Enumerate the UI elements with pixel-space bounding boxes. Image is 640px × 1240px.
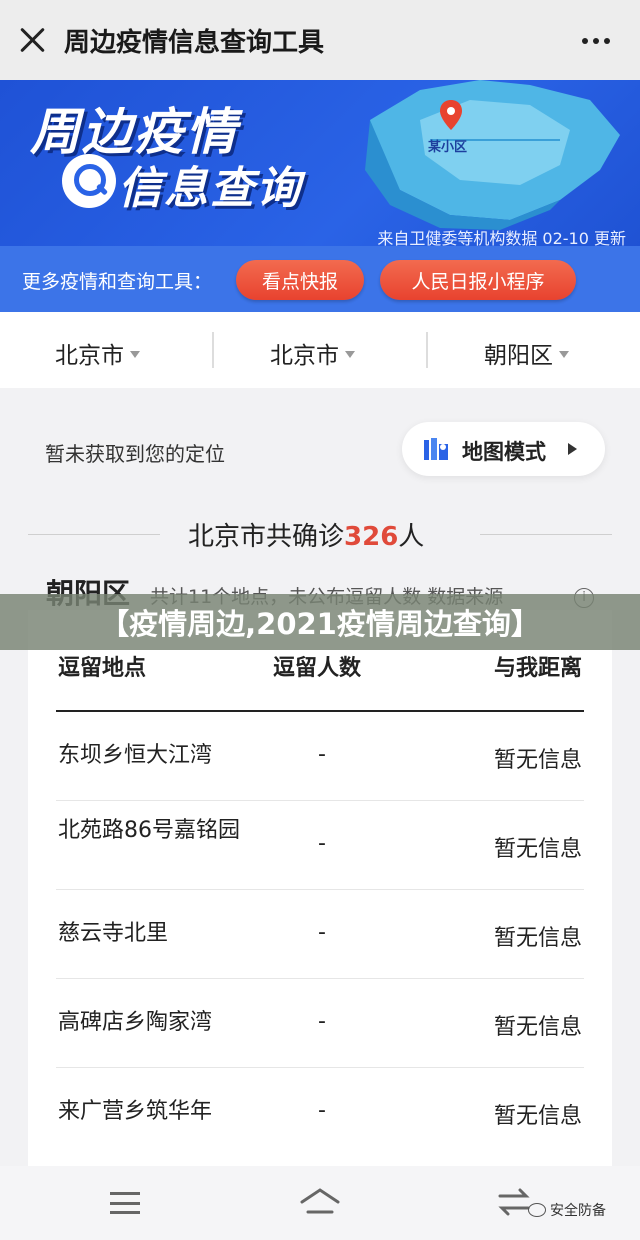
district-label: 朝阳区 [484, 343, 553, 369]
top-nav-bar: 周边疫情信息查询工具 [0, 0, 640, 80]
divider [426, 332, 428, 368]
city-label: 北京市 [270, 343, 339, 369]
caption-text: 【疫情周边,2021疫情周边查询】 [100, 607, 540, 641]
dropdown-arrow-icon [345, 351, 355, 358]
confirmed-count: 326 [344, 522, 399, 552]
more-dots-icon[interactable] [582, 38, 610, 44]
distance-cell: 暂无信息 [493, 748, 582, 773]
divider-line [28, 534, 160, 535]
column-header-count: 逗留人数 [273, 656, 362, 681]
distance-cell: 暂无信息 [493, 926, 582, 951]
arrow-right-icon [568, 443, 577, 455]
confirmed-prefix: 北京市共确诊 [188, 522, 345, 552]
menu-icon[interactable] [110, 1192, 140, 1214]
tools-label: 更多疫情和查询工具： [22, 271, 213, 293]
map-icon [424, 438, 448, 460]
count-cell: - [318, 1098, 326, 1123]
kandian-button[interactable]: 看点快报 [236, 260, 364, 300]
place-cell: 东坝乡恒大江湾 [58, 743, 213, 768]
place-cell: 来广营乡筑华年 [58, 1099, 213, 1124]
close-icon[interactable] [18, 26, 46, 54]
distance-cell: 暂无信息 [493, 1015, 582, 1040]
place-cell: 慈云寺北里 [58, 921, 169, 946]
locations-table: 逗留地点 逗留人数 与我距离 东坝乡恒大江湾 - 暂无信息 北苑路86号嘉铭园 … [28, 610, 612, 1166]
caption-overlay: 【疫情周边,2021疫情周边查询】 [0, 594, 640, 650]
district-select[interactable]: 朝阳区 [484, 336, 569, 370]
distance-cell: 暂无信息 [493, 1104, 582, 1129]
count-cell: - [318, 831, 326, 856]
map-mode-button[interactable]: 地图模式 [402, 422, 605, 476]
home-icon[interactable] [300, 1186, 340, 1216]
divider [212, 332, 214, 368]
place-cell: 高碑店乡陶家湾 [58, 1010, 213, 1035]
place-cell: 北苑路86号嘉铭园 [58, 818, 240, 843]
watermark-text: 安全防备 [550, 1203, 606, 1219]
page-title: 周边疫情信息查询工具 [64, 28, 325, 58]
peoples-daily-button[interactable]: 人民日报小程序 [380, 260, 576, 300]
table-row: 北苑路86号嘉铭园 - 暂无信息 [56, 801, 584, 890]
banner-title-line2: 信息查询 [118, 163, 302, 214]
region-selectors: 北京市 北京市 朝阳区 [0, 312, 640, 388]
count-cell: - [318, 920, 326, 945]
column-header-place: 逗留地点 [58, 656, 147, 681]
search-icon [62, 154, 116, 208]
location-pin-icon [440, 100, 462, 130]
watermark: 安全防备 [528, 1200, 606, 1220]
tools-bar: 更多疫情和查询工具： 看点快报 人民日报小程序 [0, 246, 640, 312]
district-map-graphic [365, 80, 620, 230]
confirmed-suffix: 人 [398, 522, 425, 552]
column-header-distance: 与我距离 [493, 656, 582, 681]
confirmed-total: 北京市共确诊326人 [188, 516, 424, 553]
table-row: 高碑店乡陶家湾 - 暂无信息 [56, 979, 584, 1068]
switch-icon[interactable] [498, 1188, 530, 1216]
table-row: 慈云寺北里 - 暂无信息 [56, 890, 584, 979]
hero-banner: 某小区 周边疫情 信息查询 来自卫健委等机构数据 02-10 更新 更多疫情和查… [0, 80, 640, 312]
map-mode-label: 地图模式 [462, 440, 546, 464]
province-label: 北京市 [55, 343, 124, 369]
divider-line [480, 534, 612, 535]
location-status: 暂未获取到您的定位 [45, 442, 225, 466]
table-row: 东坝乡恒大江湾 - 暂无信息 [56, 712, 584, 801]
dropdown-arrow-icon [130, 351, 140, 358]
province-select[interactable]: 北京市 [55, 336, 140, 370]
wechat-icon [528, 1203, 546, 1217]
map-label: 某小区 [428, 140, 468, 155]
count-cell: - [318, 1009, 326, 1034]
count-cell: - [318, 742, 326, 767]
distance-cell: 暂无信息 [493, 837, 582, 862]
dropdown-arrow-icon [559, 351, 569, 358]
city-select[interactable]: 北京市 [270, 336, 355, 370]
table-row: 来广营乡筑华年 - 暂无信息 [56, 1068, 584, 1157]
